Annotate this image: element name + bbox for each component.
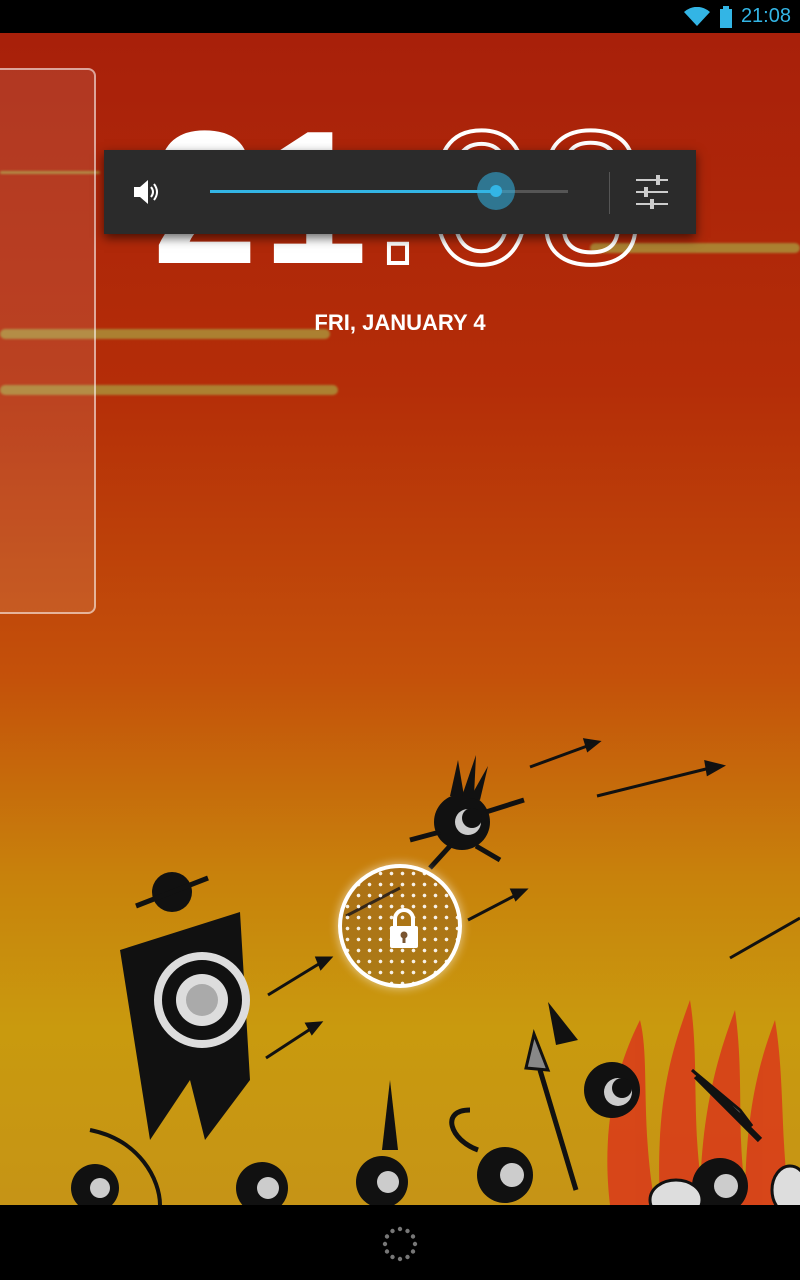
- status-bar: 21:08: [0, 0, 800, 33]
- battery-icon: [719, 5, 733, 28]
- lockscreen-date: FRI, JANUARY 4: [314, 310, 486, 335]
- volume-slider-fill: [210, 190, 497, 193]
- lockscreen: 21:08 FRI, JANUARY 4: [0, 0, 800, 1280]
- panel-divider: [609, 172, 610, 214]
- status-time: 21:08: [740, 5, 791, 27]
- equalizer-settings-icon[interactable]: [632, 174, 672, 214]
- lock-icon: [386, 906, 422, 954]
- speaker-icon[interactable]: [132, 176, 162, 212]
- unlock-handle[interactable]: [338, 864, 462, 988]
- navigation-bar: [0, 1205, 800, 1280]
- home-dots-icon[interactable]: [382, 1226, 418, 1266]
- volume-panel: [104, 150, 696, 234]
- volume-slider[interactable]: [210, 172, 568, 210]
- wifi-icon: [683, 6, 711, 27]
- volume-slider-thumb[interactable]: [477, 172, 516, 210]
